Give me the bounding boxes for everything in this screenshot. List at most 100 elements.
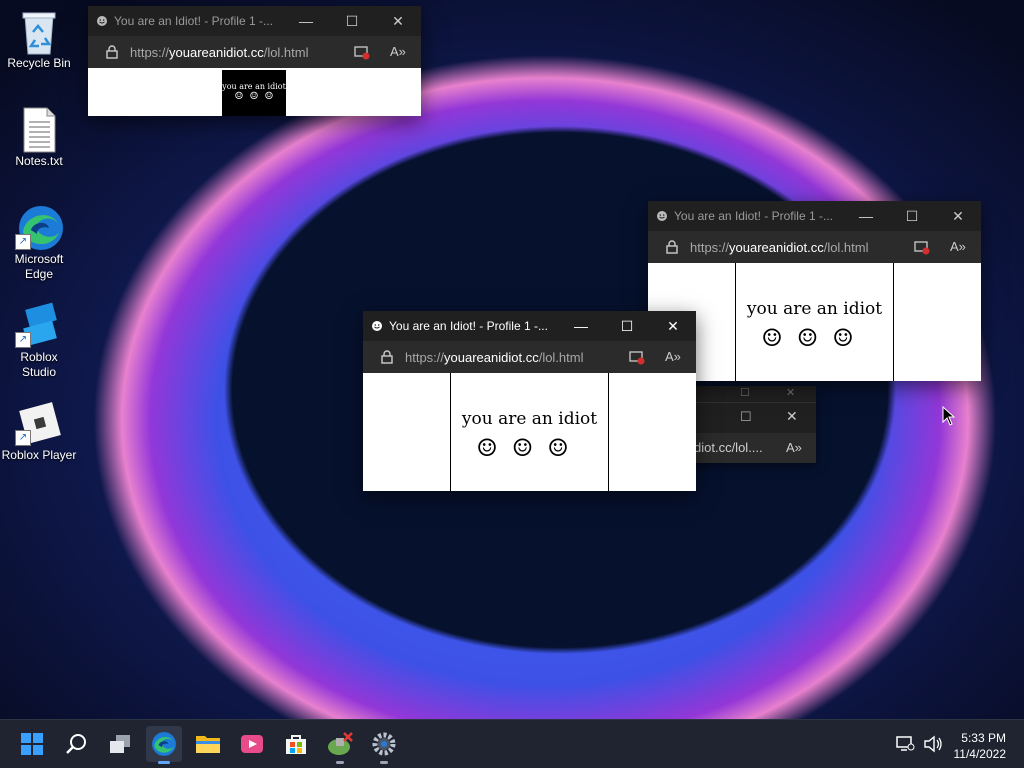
desktop-icon-label: Microsoft Edge [14, 252, 64, 281]
running-indicator [158, 761, 170, 764]
read-aloud-icon[interactable]: A» [665, 349, 681, 365]
desktop-icon-label: Recycle Bin [7, 56, 71, 70]
close-button[interactable]: ✕ [786, 386, 795, 399]
title-bar[interactable]: ☐ ✕ [676, 386, 816, 402]
desktop-icon-edge[interactable]: ↗ Microsoft Edge [0, 204, 78, 282]
close-button[interactable]: ✕ [375, 6, 421, 36]
roblox-player-icon: ↗ [15, 400, 61, 446]
clock[interactable]: 5:33 PM 11/4/2022 [954, 730, 1007, 762]
page-text: you are an idiot [746, 299, 883, 319]
edge-icon: ↗ [15, 204, 63, 250]
maximize-button[interactable]: ☐ [604, 311, 650, 341]
browser-window-active[interactable]: You are an Idiot! - Profile 1 -... — ☐ ✕… [363, 311, 696, 491]
read-aloud-icon[interactable]: A» [786, 440, 802, 455]
mouse-cursor-icon [942, 406, 956, 426]
desktop-icon-notes[interactable]: Notes.txt [0, 106, 78, 168]
file-explorer-icon [196, 736, 220, 753]
url-text: https://youareanidiot.cc/lol.html [690, 239, 869, 255]
taskbar-settings-button[interactable] [366, 726, 402, 764]
smiley-favicon-icon [372, 321, 382, 331]
mini-idiot-page: you are an idiot ☺☺☺ [222, 70, 286, 116]
browser-window[interactable]: You are an Idiot! - Profile 1 -... — ☐ ✕… [88, 6, 421, 116]
lock-icon [381, 350, 393, 364]
desktop-icon-recycle-bin[interactable]: Recycle Bin [0, 8, 78, 70]
lock-icon [666, 240, 678, 254]
network-icon[interactable] [895, 735, 915, 753]
popup-blocked-icon[interactable] [914, 239, 930, 255]
start-icon [21, 733, 43, 755]
smiley-faces-icon: ☺☺☺ [476, 434, 583, 462]
running-indicator [380, 761, 388, 764]
browser-window-background[interactable]: ☐ ✕ ☐ ✕ diot.cc/lol.... A» [676, 386, 816, 463]
clipchamp-icon [241, 735, 263, 753]
taskbar-file-explorer-button[interactable] [190, 726, 226, 762]
taskbar-roblox-studio-button[interactable] [322, 726, 358, 764]
close-button[interactable]: ✕ [786, 408, 798, 425]
url-text: https://youareanidiot.cc/lol.html [130, 44, 309, 60]
close-button[interactable]: ✕ [650, 311, 696, 341]
smiley-favicon-icon [657, 211, 667, 221]
system-tray [895, 720, 943, 768]
clock-date: 11/4/2022 [953, 747, 1007, 761]
shortcut-arrow-icon: ↗ [15, 430, 31, 446]
roblox-studio-icon: ↗ [15, 302, 61, 348]
minimize-button[interactable]: — [843, 201, 889, 231]
start-button[interactable] [14, 726, 50, 762]
page-content: you are an idiot ☺☺☺ [363, 373, 696, 491]
volume-icon[interactable] [923, 735, 943, 753]
maximize-button[interactable]: ☐ [740, 386, 750, 399]
title-bar[interactable]: You are an Idiot! - Profile 1 -... — ☐ ✕ [363, 311, 696, 341]
address-bar[interactable]: diot.cc/lol.... A» [676, 433, 816, 463]
settings-icon [372, 732, 396, 756]
desktop-icon-label: Roblox Player [1, 448, 77, 462]
idiot-page: you are an idiot ☺☺☺ [735, 263, 894, 381]
shortcut-arrow-icon: ↗ [15, 234, 31, 250]
recycle-bin-icon [17, 8, 61, 55]
smiley-favicon-icon [97, 16, 107, 26]
title-bar[interactable]: ☐ ✕ [676, 402, 816, 433]
window-title: You are an Idiot! - Profile 1 -... [674, 209, 833, 223]
idiot-page: you are an idiot ☺☺☺ [450, 373, 609, 491]
taskbar-clipchamp-button[interactable] [234, 726, 270, 762]
taskbar: 5:33 PM 11/4/2022 [0, 719, 1024, 768]
address-bar[interactable]: https://youareanidiot.cc/lol.html A» [648, 231, 981, 263]
roblox-studio-icon [328, 732, 353, 755]
task-view-button[interactable] [102, 726, 138, 762]
address-bar[interactable]: https://youareanidiot.cc/lol.html A» [88, 36, 421, 68]
search-button[interactable] [58, 726, 94, 762]
desktop-icon-label: Notes.txt [15, 154, 63, 168]
page-content: you are an idiot ☺☺☺ [88, 68, 421, 116]
desktop-icon-roblox-player[interactable]: ↗ Roblox Player [0, 400, 78, 462]
text-file-icon [17, 106, 61, 153]
maximize-button[interactable]: ☐ [889, 201, 935, 231]
window-title: You are an Idiot! - Profile 1 -... [114, 14, 273, 28]
page-content: you are an idiot ☺☺☺ [648, 263, 981, 381]
smiley-faces-icon: ☺☺☺ [761, 324, 868, 352]
desktop-icon-roblox-studio[interactable]: ↗ Roblox Studio [0, 302, 78, 380]
maximize-button[interactable]: ☐ [740, 409, 752, 425]
popup-blocked-icon[interactable] [354, 44, 370, 60]
desktop-icon-label: Roblox Studio [20, 350, 58, 379]
search-icon [66, 734, 86, 754]
close-button[interactable]: ✕ [935, 201, 981, 231]
popup-blocked-icon[interactable] [629, 349, 645, 365]
browser-window[interactable]: You are an Idiot! - Profile 1 -... — ☐ ✕… [648, 201, 981, 381]
title-bar[interactable]: You are an Idiot! - Profile 1 -... — ☐ ✕ [88, 6, 421, 36]
read-aloud-icon[interactable]: A» [950, 239, 966, 255]
store-icon [286, 735, 306, 754]
taskbar-store-button[interactable] [278, 726, 314, 762]
shortcut-arrow-icon: ↗ [15, 332, 31, 348]
url-text: https://youareanidiot.cc/lol.html [405, 349, 584, 365]
title-bar[interactable]: You are an Idiot! - Profile 1 -... — ☐ ✕ [648, 201, 981, 231]
maximize-button[interactable]: ☐ [329, 6, 375, 36]
page-text: you are an idiot [461, 409, 598, 429]
lock-icon [106, 45, 118, 59]
read-aloud-icon[interactable]: A» [390, 44, 406, 60]
edge-icon [152, 732, 176, 756]
task-view-icon [110, 735, 130, 753]
taskbar-edge-button[interactable] [146, 726, 182, 764]
minimize-button[interactable]: — [283, 6, 329, 36]
minimize-button[interactable]: — [558, 311, 604, 341]
address-bar[interactable]: https://youareanidiot.cc/lol.html A» [363, 341, 696, 373]
window-title: You are an Idiot! - Profile 1 -... [389, 319, 548, 333]
